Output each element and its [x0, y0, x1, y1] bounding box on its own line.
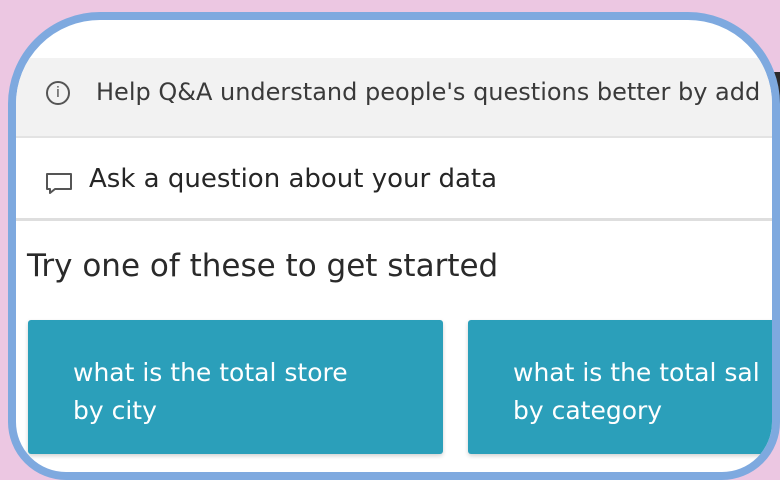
info-banner: i Help Q&A understand people's questions… — [16, 58, 772, 138]
suggestions-heading: Try one of these to get started — [27, 248, 499, 284]
suggestion-line-1: what is the total store — [73, 358, 348, 387]
ask-question-input[interactable]: Ask a question about your data — [16, 146, 772, 221]
suggestion-line-1: what is the total sal — [513, 358, 760, 387]
suggestion-tile-store-by-city[interactable]: what is the total store by city — [28, 320, 443, 454]
info-icon: i — [46, 81, 70, 105]
suggestion-line-2: by city — [73, 396, 157, 425]
info-banner-text: Help Q&A understand people's questions b… — [96, 78, 761, 106]
suggestion-line-2: by category — [513, 396, 663, 425]
chat-icon — [46, 173, 72, 194]
qa-panel-frame: i Help Q&A understand people's questions… — [8, 12, 780, 480]
suggestion-tile-sales-by-category[interactable]: what is the total sal by category — [468, 320, 772, 454]
ask-question-placeholder: Ask a question about your data — [89, 164, 498, 194]
